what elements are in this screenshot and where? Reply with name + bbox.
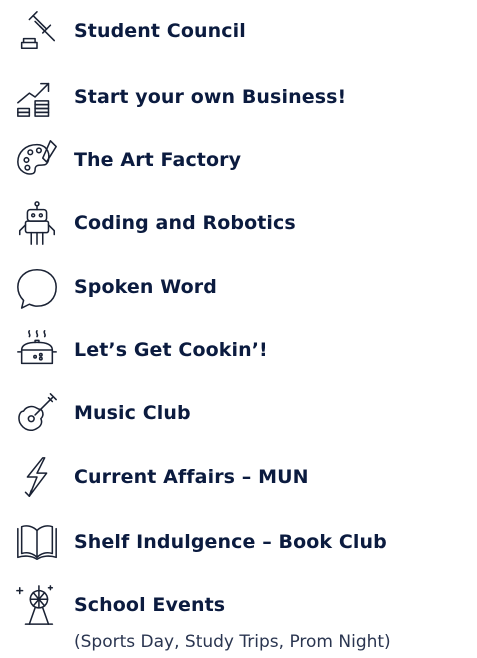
lightning-icon — [12, 452, 62, 502]
speech-bubble-icon — [12, 262, 62, 312]
disco-ball-icon — [12, 580, 62, 630]
club-label: Start your own Business! — [74, 86, 347, 108]
gavel-icon — [12, 6, 62, 56]
club-label: Let’s Get Cookin’! — [74, 339, 268, 361]
club-label: Student Council — [74, 20, 246, 42]
cooking-pot-icon — [12, 325, 62, 375]
club-label: Shelf Indulgence – Book Club — [74, 531, 387, 553]
growth-chart-icon — [12, 72, 62, 122]
club-current-affairs-mun[interactable]: Current Affairs – MUN — [0, 452, 477, 502]
school-events-subtitle: (Sports Day, Study Trips, Prom Night) — [74, 632, 391, 652]
club-lets-get-cookin[interactable]: Let’s Get Cookin’! — [0, 325, 477, 375]
club-the-art-factory[interactable]: The Art Factory — [0, 135, 477, 185]
club-music-club[interactable]: Music Club — [0, 388, 477, 438]
club-shelf-indulgence-book-club[interactable]: Shelf Indulgence – Book Club — [0, 517, 477, 567]
club-label: The Art Factory — [74, 149, 242, 171]
club-spoken-word[interactable]: Spoken Word — [0, 262, 477, 312]
club-student-council[interactable]: Student Council — [0, 6, 477, 56]
club-label: Music Club — [74, 402, 191, 424]
club-list: Student Council Start your own Business!… — [0, 0, 477, 658]
palette-icon — [12, 135, 62, 185]
club-coding-and-robotics[interactable]: Coding and Robotics — [0, 198, 477, 248]
club-label: School Events — [74, 594, 226, 616]
club-school-events[interactable]: School Events — [0, 580, 477, 630]
club-label: Current Affairs – MUN — [74, 466, 309, 488]
club-start-your-own-business[interactable]: Start your own Business! — [0, 72, 477, 122]
club-label: Spoken Word — [74, 276, 217, 298]
guitar-icon — [12, 388, 62, 438]
club-label: Coding and Robotics — [74, 212, 296, 234]
robot-icon — [12, 198, 62, 248]
open-book-icon — [12, 517, 62, 567]
